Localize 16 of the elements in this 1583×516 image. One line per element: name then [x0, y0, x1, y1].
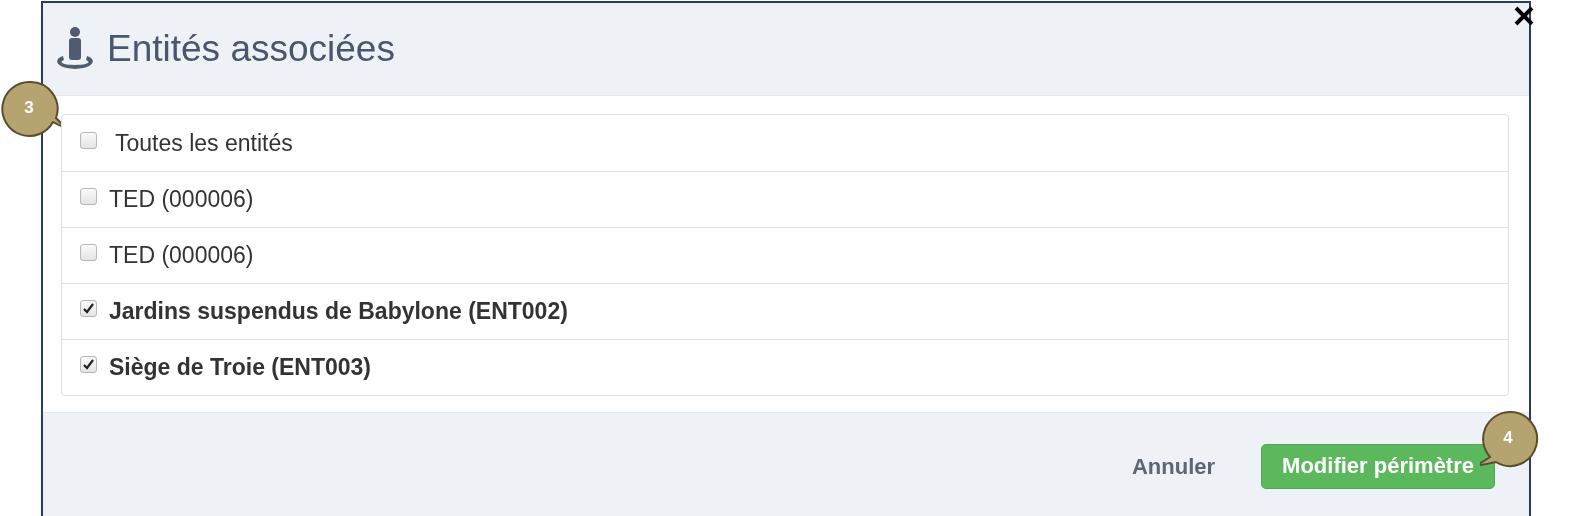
entity-label: TED (000006)	[109, 186, 254, 213]
cancel-button[interactable]: Annuler	[1131, 446, 1216, 488]
entity-label: Toutes les entités	[115, 129, 293, 157]
callout-badge: 4	[1480, 410, 1540, 470]
entity-label: Jardins suspendus de Babylone (ENT002)	[109, 298, 568, 325]
callout-badge: 3	[1, 80, 61, 140]
checkbox[interactable]	[80, 300, 97, 317]
close-icon[interactable]	[1513, 5, 1535, 27]
checkbox[interactable]	[80, 131, 97, 149]
person-location-icon	[55, 26, 95, 72]
dialog-title: Entités associées	[107, 28, 395, 70]
entity-label: TED (000006)	[109, 242, 254, 269]
checkbox[interactable]	[80, 188, 97, 205]
entity-label: Siège de Troie (ENT003)	[109, 354, 372, 381]
checkbox[interactable]	[80, 356, 97, 373]
checkbox[interactable]	[80, 244, 97, 261]
